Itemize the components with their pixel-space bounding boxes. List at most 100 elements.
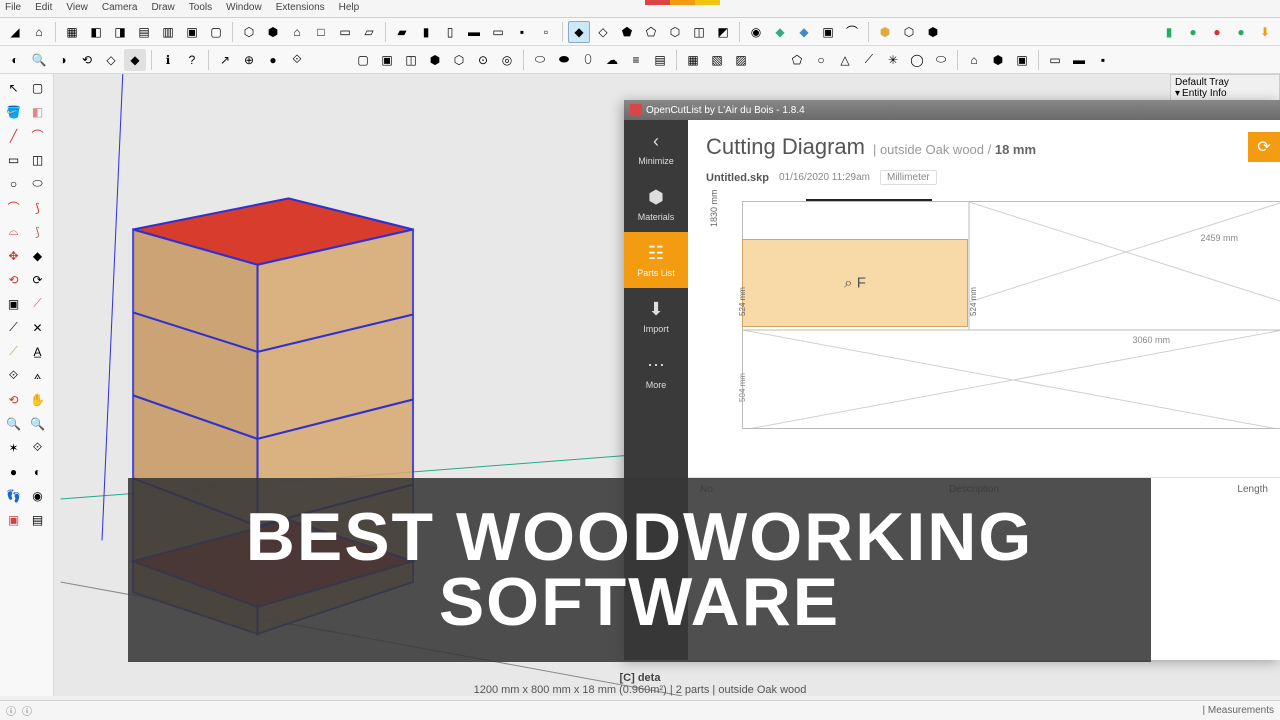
tool-icon[interactable]: ⌒ (26, 124, 49, 147)
tool-icon[interactable]: ◐ (4, 49, 26, 71)
tool-icon[interactable]: ▯ (439, 21, 461, 43)
menu-window[interactable]: Window (226, 2, 262, 15)
download-icon[interactable]: ⬇ (1254, 21, 1276, 43)
tool-icon[interactable]: ⬭ (930, 49, 952, 71)
tool-icon[interactable]: ⬠ (786, 49, 808, 71)
refresh-button[interactable]: ⟳ (1248, 132, 1280, 162)
tool-icon[interactable]: ▣ (1011, 49, 1033, 71)
tool-icon[interactable]: ◫ (400, 49, 422, 71)
menu-camera[interactable]: Camera (102, 2, 138, 15)
move-tool-icon[interactable]: ✥ (2, 244, 25, 267)
tool-icon[interactable]: ▢ (352, 49, 374, 71)
cutting-diagram[interactable]: 1830 mm detail 11 ⬚ 1200 mm x 524 mm 120… (706, 197, 1280, 477)
tool-icon[interactable]: ▬ (463, 21, 485, 43)
tool-icon[interactable]: ▭ (1044, 49, 1066, 71)
menu-tools[interactable]: Tools (189, 2, 212, 15)
tool-icon[interactable]: ⬟ (616, 21, 638, 43)
tool-icon[interactable]: ● (2, 460, 25, 483)
tool-icon[interactable]: ⟐ (26, 436, 49, 459)
minimize-tab[interactable]: ‹ Minimize (624, 120, 688, 176)
tool-icon[interactable]: ◩ (712, 21, 734, 43)
tool-icon[interactable]: △ (834, 49, 856, 71)
tool-icon[interactable]: ✕ (26, 316, 49, 339)
plugin-titlebar[interactable]: OpenCutList by L'Air du Bois - 1.8.4 (624, 100, 1280, 120)
tool-icon[interactable]: ● (262, 49, 284, 71)
tool-icon[interactable]: ▤ (133, 21, 155, 43)
select-tool-icon[interactable]: ↖ (2, 76, 25, 99)
menu-help[interactable]: Help (339, 2, 360, 15)
info-icon[interactable]: ⓘ (22, 703, 32, 718)
eraser-tool-icon[interactable]: ◧ (26, 100, 49, 123)
tool-icon[interactable]: ✳ (882, 49, 904, 71)
tool-icon[interactable]: ⬢ (424, 49, 446, 71)
tool-icon[interactable]: ⬯ (577, 49, 599, 71)
tool-icon[interactable]: ◨ (109, 21, 131, 43)
arc-tool-icon[interactable]: ⌒ (2, 196, 25, 219)
tool-icon[interactable]: ⬡ (898, 21, 920, 43)
tool-icon[interactable]: ▭ (487, 21, 509, 43)
tool-icon[interactable]: ▫ (535, 21, 557, 43)
menu-view[interactable]: View (66, 2, 88, 15)
circle-tool-icon[interactable]: ○ (2, 172, 25, 195)
tool-icon[interactable]: ✋ (26, 388, 49, 411)
tool-icon[interactable]: ☁ (601, 49, 623, 71)
tool-icon[interactable]: ▤ (26, 508, 49, 531)
parts-list-tab[interactable]: ☷ Parts List (624, 232, 688, 288)
tool-icon[interactable]: ▤ (649, 49, 671, 71)
tool-icon[interactable]: 🔍 (26, 412, 49, 435)
scene-thumb-icon[interactable]: ● (1230, 21, 1252, 43)
tool-icon[interactable]: ◆ (568, 21, 590, 43)
scene-thumb-icon[interactable]: ▮ (1158, 21, 1180, 43)
tool-icon[interactable]: ⬭ (26, 172, 49, 195)
tool-icon[interactable]: ▰ (391, 21, 413, 43)
tool-icon[interactable]: ◆ (26, 244, 49, 267)
tool-icon[interactable]: ▣ (376, 49, 398, 71)
rect-tool-icon[interactable]: ▭ (2, 148, 25, 171)
tool-icon[interactable]: ◫ (688, 21, 710, 43)
tool-icon[interactable]: ⬢ (874, 21, 896, 43)
tool-icon[interactable]: ▢ (26, 76, 49, 99)
tool-icon[interactable]: ⬢ (262, 21, 284, 43)
tool-icon[interactable]: ↗ (214, 49, 236, 71)
tool-icon[interactable]: ⟆ (26, 196, 49, 219)
materials-tab[interactable]: ⬢ Materials (624, 176, 688, 232)
menu-file[interactable]: File (5, 2, 21, 15)
tool-icon[interactable]: ⬡ (664, 21, 686, 43)
entity-info-panel[interactable]: Entity Info (1182, 88, 1226, 99)
tool-icon[interactable]: □ (310, 21, 332, 43)
tool-icon[interactable]: ⟑ (26, 364, 49, 387)
tool-icon[interactable]: ▦ (682, 49, 704, 71)
tool-icon[interactable]: ⟋ (2, 340, 25, 363)
tool-icon[interactable]: ◫ (26, 148, 49, 171)
tool-icon[interactable]: ⊕ (238, 49, 260, 71)
tool-icon[interactable]: ⟳ (26, 268, 49, 291)
part-f[interactable]: ⌕ F (742, 239, 968, 327)
tool-icon[interactable]: ▪ (1092, 49, 1114, 71)
more-tab[interactable]: ⋯ More (624, 344, 688, 400)
tool-icon[interactable]: ⌂ (963, 49, 985, 71)
tool-icon[interactable]: ▱ (358, 21, 380, 43)
tool-icon[interactable]: ⟆ (26, 220, 49, 243)
tool-icon[interactable]: ◉ (26, 484, 49, 507)
tool-icon[interactable]: ⬡ (238, 21, 260, 43)
tool-icon[interactable]: ○ (810, 49, 832, 71)
text-tool-icon[interactable]: A̲ (26, 340, 49, 363)
tool-icon[interactable]: 🔍 (28, 49, 50, 71)
tool-icon[interactable]: ▢ (205, 21, 227, 43)
tool-icon[interactable]: ≡ (625, 49, 647, 71)
tool-icon[interactable]: ⟋ (26, 292, 49, 315)
tool-icon[interactable]: ▦ (61, 21, 83, 43)
tool-icon[interactable]: ◉ (745, 21, 767, 43)
tool-icon[interactable]: ◐ (26, 460, 49, 483)
tool-icon[interactable]: ⬠ (640, 21, 662, 43)
zoom-tool-icon[interactable]: 🔍 (2, 412, 25, 435)
tool-icon[interactable]: ◆ (769, 21, 791, 43)
orbit-tool-icon[interactable]: ⟲ (2, 388, 25, 411)
tool-icon[interactable]: ⌂ (28, 21, 50, 43)
tool-icon[interactable]: ▪ (511, 21, 533, 43)
tool-icon[interactable]: ▣ (181, 21, 203, 43)
tool-icon[interactable]: ◧ (85, 21, 107, 43)
line-tool-icon[interactable]: ╱ (2, 124, 25, 147)
paint-tool-icon[interactable]: 🪣 (2, 100, 25, 123)
tool-icon[interactable]: ◇ (592, 21, 614, 43)
